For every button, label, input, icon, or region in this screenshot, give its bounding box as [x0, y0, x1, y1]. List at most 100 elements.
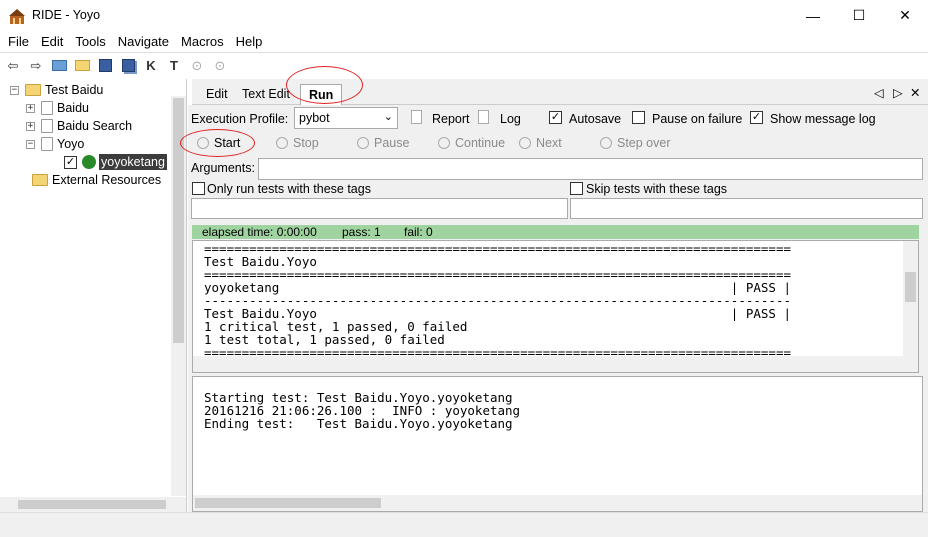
- pause-on-failure-label: Pause on failure: [652, 112, 743, 126]
- testcase-checkbox[interactable]: ✓: [64, 155, 77, 169]
- save-icon[interactable]: [95, 56, 115, 76]
- skip-tags-checkbox[interactable]: [570, 182, 583, 195]
- stop-icon[interactable]: ⊙: [210, 56, 230, 76]
- exclude-tags-input[interactable]: [570, 198, 923, 219]
- scroll-thumb[interactable]: [173, 98, 184, 343]
- run-icon[interactable]: ⊙: [187, 56, 207, 76]
- robot-icon: [82, 155, 96, 169]
- autosave-checkbox[interactable]: ✓: [549, 111, 562, 124]
- tree-item-external-resources[interactable]: External Resources: [32, 171, 161, 189]
- collapse-icon[interactable]: −: [26, 139, 35, 149]
- button-label: Pause: [374, 136, 410, 150]
- menu-navigate[interactable]: Navigate: [112, 34, 175, 49]
- maximize-button[interactable]: ☐: [836, 0, 882, 31]
- message-log-horizontal-scrollbar[interactable]: [193, 495, 922, 511]
- show-message-log-label: Show message log: [770, 112, 876, 126]
- skip-tags-label: Skip tests with these tags: [586, 182, 728, 196]
- suite-file-icon: [41, 137, 53, 151]
- tree-item-label: Test Baidu: [45, 83, 104, 97]
- menu-edit[interactable]: Edit: [35, 34, 69, 49]
- save-all-icon[interactable]: [118, 56, 138, 76]
- open-folder-icon[interactable]: [72, 56, 92, 76]
- status-bar: [0, 512, 928, 537]
- arguments-label: Arguments:: [191, 161, 255, 175]
- button-label: Step over: [617, 136, 671, 150]
- show-message-log-checkbox[interactable]: ✓: [750, 111, 763, 124]
- tree-item-label: yoyoketang: [99, 154, 167, 170]
- open-project-icon[interactable]: [49, 56, 69, 76]
- annotation-oval-run: [286, 66, 363, 104]
- autosave-label: Autosave: [569, 112, 622, 126]
- tree-horizontal-scrollbar[interactable]: [0, 497, 186, 512]
- stop-button[interactable]: Stop: [276, 136, 319, 150]
- suite-file-icon: [41, 101, 53, 115]
- expand-icon[interactable]: +: [26, 103, 35, 113]
- menu-file[interactable]: File: [2, 34, 35, 49]
- tree-item-label: Baidu Search: [57, 119, 133, 133]
- chevron-down-icon: ⌄: [383, 111, 393, 123]
- report-icon: [411, 110, 422, 124]
- button-label: Stop: [293, 136, 319, 150]
- close-button[interactable]: ✕: [882, 0, 928, 31]
- output-vertical-scrollbar[interactable]: [903, 241, 918, 357]
- title-bar: RIDE - Yoyo — ☐ ✕: [0, 0, 928, 31]
- execution-profile-select[interactable]: pybot ⌄: [294, 107, 398, 129]
- next-button[interactable]: Next: [519, 136, 562, 150]
- tree-item-yoyo[interactable]: − Yoyo: [26, 135, 84, 153]
- tab-scroll-right-icon[interactable]: ▷: [893, 85, 903, 100]
- continue-button[interactable]: Continue: [438, 136, 505, 150]
- search-keywords-icon[interactable]: K: [141, 56, 161, 76]
- scroll-thumb[interactable]: [195, 498, 381, 508]
- select-value: pybot: [299, 111, 330, 125]
- message-log[interactable]: Starting test: Test Baidu.Yoyo.yoyoketan…: [192, 376, 923, 512]
- scroll-thumb[interactable]: [905, 272, 916, 302]
- output-horizontal-scrollbar[interactable]: [193, 356, 918, 372]
- pass-count: pass: 1: [342, 225, 381, 239]
- minimize-button[interactable]: —: [790, 0, 836, 31]
- folder-icon: [32, 174, 48, 186]
- expand-icon[interactable]: +: [26, 121, 35, 131]
- only-run-tags-label: Only run tests with these tags: [207, 182, 371, 196]
- collapse-icon[interactable]: −: [10, 85, 19, 95]
- log-link[interactable]: Log: [500, 112, 521, 126]
- report-link[interactable]: Report: [432, 112, 470, 126]
- message-log-line: Ending test: Test Baidu.Yoyo.yoyoketang: [204, 416, 513, 431]
- forward-arrow-icon[interactable]: ⇨: [26, 56, 46, 76]
- next-icon: [519, 137, 531, 149]
- only-run-tags-checkbox[interactable]: [192, 182, 205, 195]
- tree-item-test-baidu[interactable]: − Test Baidu: [10, 81, 103, 99]
- output-text: ========================================…: [204, 242, 791, 359]
- step-over-icon: [600, 137, 612, 149]
- message-log-text: Starting test: Test Baidu.Yoyo.yoyoketan…: [204, 391, 520, 430]
- button-label: Continue: [455, 136, 506, 150]
- execution-profile-label: Execution Profile:: [191, 112, 289, 126]
- tree-item-baidu-search[interactable]: + Baidu Search: [26, 117, 132, 135]
- log-icon: [478, 110, 489, 124]
- step-over-button[interactable]: Step over: [600, 136, 671, 150]
- toolbar: ⇦ ⇨ K T ⊙ ⊙: [0, 52, 928, 78]
- progress-bar: elapsed time: 0:00:00 pass: 1 fail: 0: [192, 225, 919, 239]
- tree-item-yoyoketang[interactable]: ✓ yoyoketang: [64, 153, 167, 171]
- include-tags-input[interactable]: [191, 198, 568, 219]
- test-tree-panel: − Test Baidu + Baidu + Baidu Search − Yo…: [0, 79, 187, 512]
- elapsed-time: elapsed time: 0:00:00: [202, 225, 317, 239]
- tab-scroll-left-icon[interactable]: ◁: [874, 85, 884, 100]
- ride-app-icon: [9, 9, 25, 24]
- search-tests-icon[interactable]: T: [164, 56, 184, 76]
- menu-help[interactable]: Help: [230, 34, 269, 49]
- arguments-input[interactable]: [258, 158, 923, 180]
- tab-edit[interactable]: Edit: [198, 84, 236, 105]
- output-console[interactable]: ========================================…: [192, 240, 919, 373]
- scroll-thumb[interactable]: [18, 500, 166, 509]
- back-arrow-icon[interactable]: ⇦: [3, 56, 23, 76]
- tree-vertical-scrollbar[interactable]: [171, 96, 186, 496]
- menu-tools[interactable]: Tools: [69, 34, 111, 49]
- pause-button[interactable]: Pause: [357, 136, 409, 150]
- tree-item-baidu[interactable]: + Baidu: [26, 99, 89, 117]
- pause-on-failure-checkbox[interactable]: [632, 111, 645, 124]
- folder-icon: [25, 84, 41, 96]
- tree-item-label: Baidu: [57, 101, 89, 115]
- pause-icon: [357, 137, 369, 149]
- menu-macros[interactable]: Macros: [175, 34, 230, 49]
- tab-close-icon[interactable]: ✕: [910, 85, 920, 100]
